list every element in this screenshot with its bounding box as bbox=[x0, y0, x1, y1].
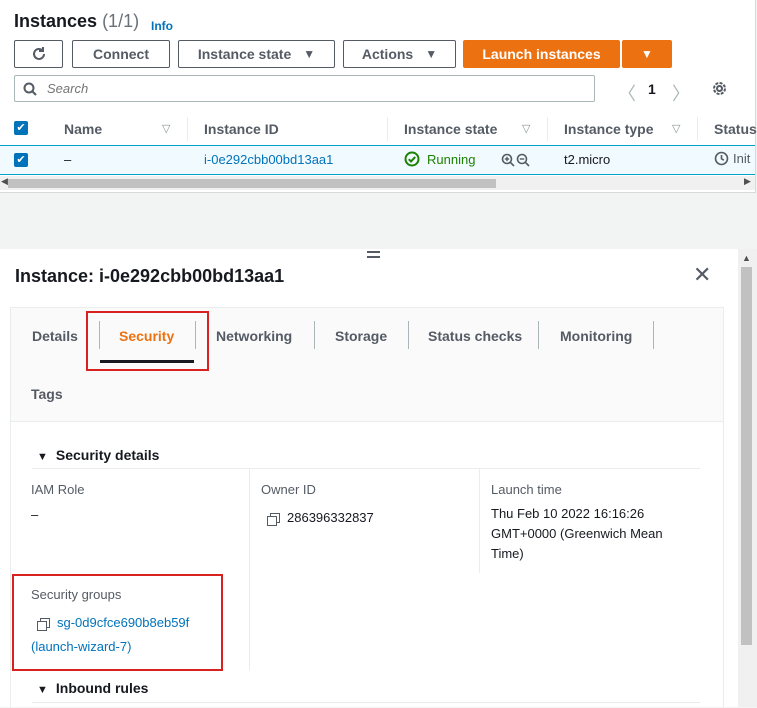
tab-status-checks[interactable]: Status checks bbox=[428, 328, 522, 344]
instance-id-link[interactable]: i-0e292cbb00bd13aa1 bbox=[204, 152, 333, 167]
clock-icon bbox=[714, 151, 729, 166]
actions-button[interactable]: Actions ▼ bbox=[343, 40, 456, 68]
select-all-checkbox[interactable]: ✔ bbox=[14, 121, 28, 135]
caret-down-icon: ▼ bbox=[37, 451, 48, 463]
inbound-rules-heading[interactable]: ▼ Inbound rules bbox=[37, 680, 148, 696]
sort-icon[interactable]: ▽ bbox=[522, 122, 530, 135]
caret-down-icon: ▼ bbox=[37, 684, 48, 696]
highlight-security-tab bbox=[86, 311, 209, 371]
tab-separator bbox=[408, 321, 409, 349]
caret-down-icon: ▼ bbox=[303, 47, 316, 61]
page-number[interactable]: 1 bbox=[648, 81, 656, 97]
tab-separator bbox=[538, 321, 539, 349]
tab-separator bbox=[653, 321, 654, 349]
instance-name: – bbox=[64, 152, 72, 167]
vertical-scrollbar[interactable]: ▲ bbox=[738, 249, 757, 707]
instance-state-badge: Running bbox=[404, 151, 475, 167]
info-link[interactable]: Info bbox=[151, 19, 173, 33]
tab-storage[interactable]: Storage bbox=[335, 328, 387, 344]
launch-time-value: Thu Feb 10 2022 16:16:26 GMT+0000 (Green… bbox=[491, 506, 663, 561]
drag-handle-icon[interactable] bbox=[367, 251, 380, 259]
sort-icon[interactable]: ▽ bbox=[162, 122, 170, 135]
status-check-cell: Init bbox=[714, 151, 750, 166]
owner-id-label: Owner ID bbox=[261, 482, 316, 497]
column-header-instance-type[interactable]: Instance type bbox=[564, 121, 653, 137]
column-header-status[interactable]: Status bbox=[714, 121, 757, 137]
instance-count: (1/1) bbox=[102, 11, 140, 31]
iam-role-label: IAM Role bbox=[31, 482, 85, 497]
column-separator bbox=[387, 117, 388, 141]
tab-details[interactable]: Details bbox=[32, 328, 78, 344]
search-field[interactable] bbox=[14, 75, 595, 102]
scroll-left-icon[interactable]: ◀ bbox=[1, 176, 8, 187]
next-page-icon[interactable]: 〉 bbox=[672, 80, 690, 106]
column-divider bbox=[249, 469, 250, 670]
table-header: ✔ Name ▽ Instance ID Instance state ▽ In… bbox=[0, 113, 757, 146]
column-header-instance-id[interactable]: Instance ID bbox=[204, 121, 279, 137]
search-icon bbox=[23, 82, 37, 96]
close-icon[interactable]: ✕ bbox=[693, 262, 711, 288]
horizontal-scrollbar[interactable]: ◀ ▶ bbox=[0, 176, 755, 190]
copy-icon[interactable] bbox=[267, 512, 280, 526]
launch-dropdown-button[interactable]: ▼ bbox=[622, 40, 672, 68]
tab-tags[interactable]: Tags bbox=[31, 386, 63, 402]
owner-id-value: 286396332837 bbox=[267, 508, 374, 528]
security-details-heading[interactable]: ▼ Security details bbox=[37, 447, 159, 463]
highlight-security-groups bbox=[12, 574, 223, 671]
tab-networking[interactable]: Networking bbox=[216, 328, 292, 344]
connect-button[interactable]: Connect bbox=[72, 40, 170, 68]
section-divider bbox=[32, 468, 700, 469]
zoom-out-icon[interactable] bbox=[516, 153, 530, 167]
zoom-in-icon[interactable] bbox=[501, 153, 515, 167]
tab-separator bbox=[314, 321, 315, 349]
section-divider bbox=[32, 702, 700, 703]
refresh-button[interactable] bbox=[14, 40, 63, 68]
scrollbar-thumb[interactable] bbox=[741, 267, 752, 645]
scrollbar-thumb[interactable] bbox=[8, 179, 496, 188]
tab-monitoring[interactable]: Monitoring bbox=[560, 328, 632, 344]
column-divider bbox=[479, 469, 480, 573]
iam-role-value: – bbox=[31, 507, 39, 522]
table-row[interactable]: ✔ – i-0e292cbb00bd13aa1 Running t2.micro… bbox=[0, 145, 755, 175]
scroll-up-icon[interactable]: ▲ bbox=[742, 253, 751, 263]
scroll-right-icon[interactable]: ▶ bbox=[744, 176, 751, 187]
gear-icon[interactable] bbox=[711, 80, 728, 97]
split-divider bbox=[0, 193, 757, 249]
search-input[interactable] bbox=[45, 80, 549, 97]
column-header-instance-state[interactable]: Instance state bbox=[404, 121, 497, 137]
previous-page-icon[interactable]: 〈 bbox=[618, 80, 636, 106]
instances-panel: Instances (1/1) Info Connect Instance st… bbox=[0, 0, 757, 193]
row-checkbox[interactable]: ✔ bbox=[14, 153, 28, 167]
launch-instances-button[interactable]: Launch instances bbox=[463, 40, 620, 68]
launch-time-label: Launch time bbox=[491, 482, 562, 497]
caret-down-icon: ▼ bbox=[425, 47, 438, 61]
column-separator bbox=[547, 117, 548, 141]
column-separator bbox=[697, 117, 698, 141]
check-circle-icon bbox=[404, 151, 420, 167]
refresh-icon bbox=[32, 47, 45, 60]
column-separator bbox=[187, 117, 188, 141]
caret-down-icon: ▼ bbox=[641, 47, 653, 61]
sort-icon[interactable]: ▽ bbox=[672, 122, 680, 135]
details-panel-title: Instance: i-0e292cbb00bd13aa1 bbox=[15, 266, 285, 286]
instance-type: t2.micro bbox=[564, 152, 611, 167]
page-title: Instances (1/1) bbox=[14, 11, 140, 31]
instance-state-button[interactable]: Instance state ▼ bbox=[178, 40, 335, 68]
column-header-name[interactable]: Name bbox=[64, 121, 102, 137]
